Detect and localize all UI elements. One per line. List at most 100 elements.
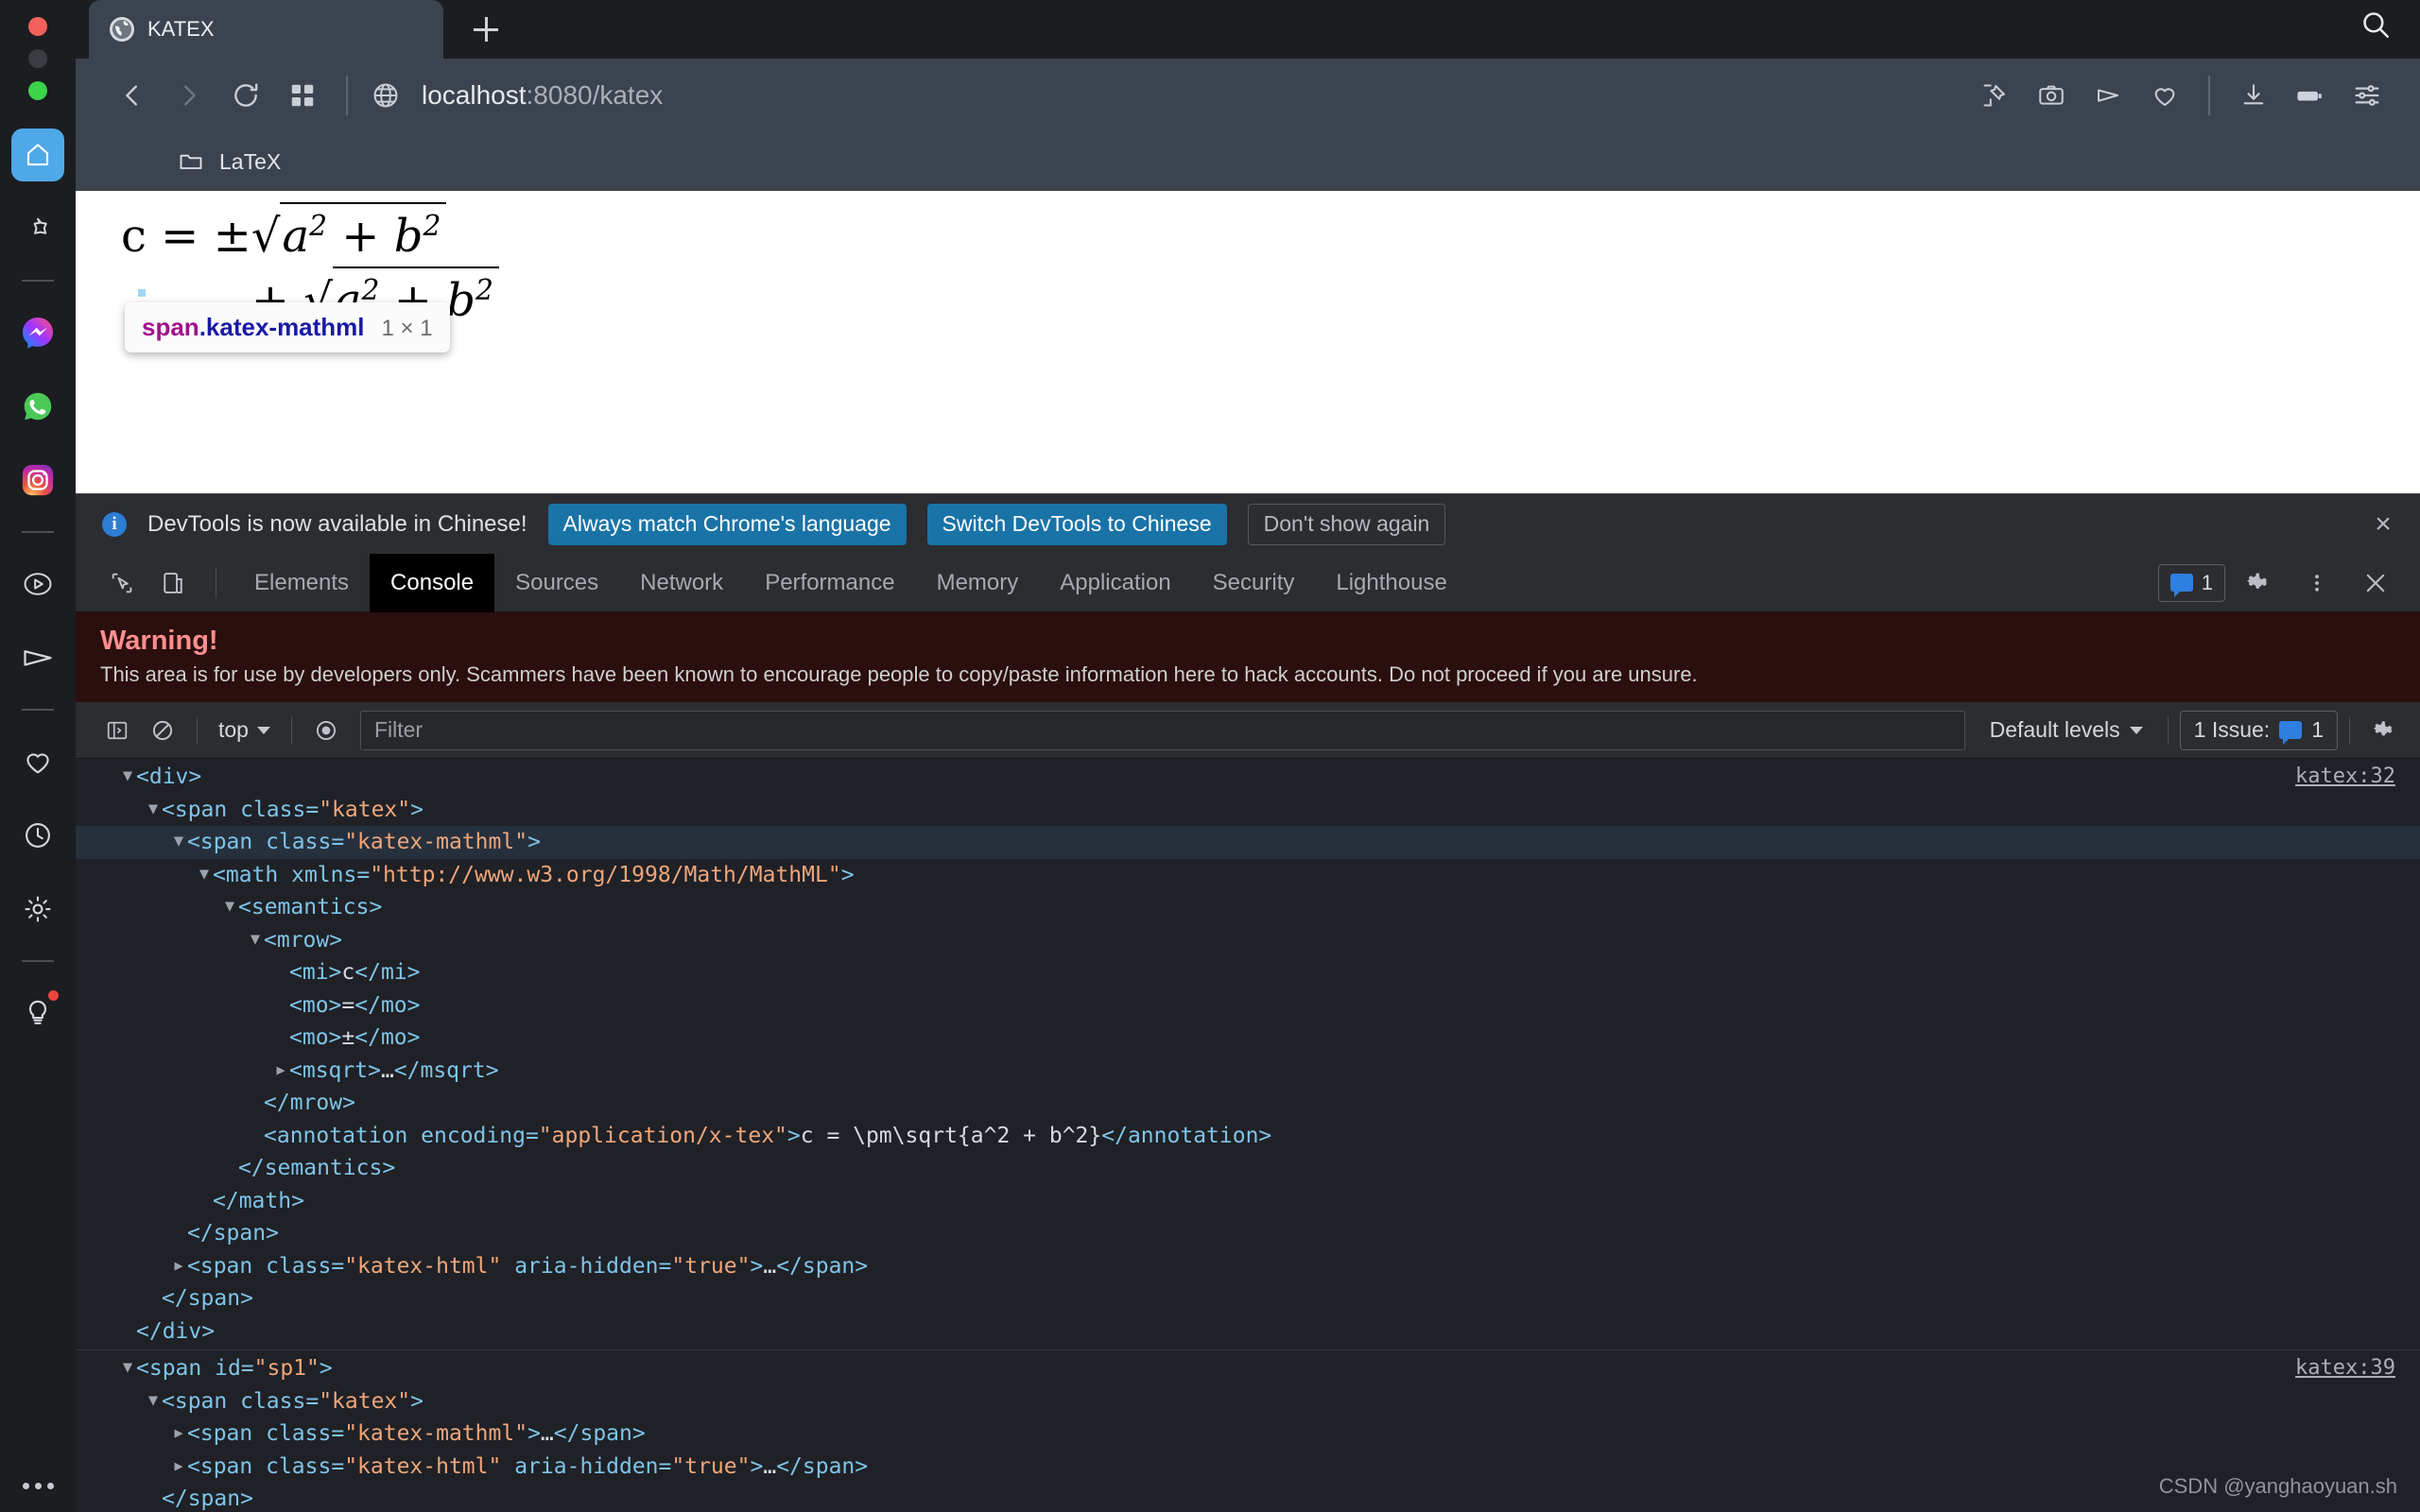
sidebar-item-tips[interactable]	[11, 987, 64, 1040]
expand-triangle-open-icon[interactable]	[145, 799, 162, 818]
console-tree-line[interactable]: <div>	[76, 761, 2420, 794]
expand-triangle-open-icon[interactable]	[119, 1358, 136, 1377]
inspect-element-button[interactable]	[96, 558, 147, 609]
devtools-more-button[interactable]	[2291, 558, 2342, 609]
expand-triangle-closed-icon[interactable]	[170, 1423, 187, 1442]
tab-application[interactable]: Application	[1039, 554, 1191, 612]
sidebar-item-whatsapp[interactable]	[11, 380, 64, 433]
console-tree-line[interactable]: </semantics>	[76, 1152, 2420, 1185]
sidebar-more-button[interactable]	[0, 1483, 76, 1489]
console-tree-line[interactable]: <span class="katex-mathml">…</span>	[76, 1418, 2420, 1451]
console-tree-line[interactable]: <mrow>	[76, 924, 2420, 957]
console-settings-button[interactable]	[2361, 708, 2407, 753]
sidebar-item-settings[interactable]	[11, 883, 64, 936]
tab-sources[interactable]: Sources	[494, 554, 619, 612]
console-source-link[interactable]: katex:39	[2295, 1356, 2395, 1380]
console-sidebar-toggle[interactable]	[95, 708, 140, 753]
sidebar-item-heart[interactable]	[11, 735, 64, 788]
console-tree-line[interactable]: <span class="katex-html" aria-hidden="tr…	[76, 1250, 2420, 1283]
sidebar-item-history[interactable]	[11, 809, 64, 862]
expand-triangle-closed-icon[interactable]	[170, 1456, 187, 1475]
window-maximize-button[interactable]	[28, 81, 47, 100]
console-tree-line[interactable]: </mrow>	[76, 1087, 2420, 1120]
browser-tab-katex[interactable]: KATEX	[89, 0, 443, 59]
dont-show-again-button[interactable]: Don't show again	[1247, 503, 1446, 545]
console-tree-line[interactable]: <semantics>	[76, 891, 2420, 924]
back-button[interactable]	[104, 67, 161, 124]
tab-security[interactable]: Security	[1192, 554, 1316, 612]
window-close-button[interactable]	[28, 17, 47, 36]
console-tree-line[interactable]: <mo> = </mo>	[76, 989, 2420, 1022]
tab-elements[interactable]: Elements	[233, 554, 370, 612]
console-tree-line[interactable]: <span class="katex">	[76, 1385, 2420, 1418]
tab-console[interactable]: Console	[370, 553, 495, 612]
console-tree-line[interactable]: <span class="katex-html" aria-hidden="tr…	[76, 1451, 2420, 1484]
console-tree-line[interactable]: </span>	[76, 1483, 2420, 1512]
console-tree-line[interactable]: </span>	[76, 1217, 2420, 1250]
console-tree-line[interactable]: <span class="katex">	[76, 794, 2420, 827]
issues-badge[interactable]: 1 Issue: 1	[2179, 710, 2338, 750]
new-tab-button[interactable]	[443, 0, 528, 59]
expand-triangle-open-icon[interactable]	[145, 1391, 162, 1410]
console-source-link[interactable]: katex:32	[2295, 765, 2395, 788]
console-tree-line[interactable]: <mi> c </mi>	[76, 956, 2420, 989]
sidebar-item-messenger[interactable]	[11, 306, 64, 359]
reload-button[interactable]	[217, 67, 274, 124]
tab-lighthouse[interactable]: Lighthouse	[1315, 554, 1467, 612]
console-tree-line[interactable]: </math>	[76, 1185, 2420, 1218]
notification-badge	[48, 990, 59, 1001]
live-expression-button[interactable]	[303, 708, 349, 753]
expand-triangle-closed-icon[interactable]	[272, 1060, 289, 1079]
console-tree-line[interactable]: <math xmlns="http://www.w3.org/1998/Math…	[76, 859, 2420, 892]
sidebar-item-media[interactable]	[11, 558, 64, 610]
expand-triangle-open-icon[interactable]	[221, 897, 238, 916]
expand-triangle-closed-icon[interactable]	[170, 1256, 187, 1275]
battery-indicator[interactable]	[2282, 67, 2339, 124]
console-filter-input[interactable]: Filter	[359, 710, 1965, 750]
tab-performance[interactable]: Performance	[744, 554, 915, 612]
screenshot-button[interactable]	[2023, 67, 2080, 124]
console-tree-line[interactable]: </div>	[76, 1315, 2420, 1349]
sidebar-item-favorites[interactable]	[11, 202, 64, 255]
switch-to-chinese-button[interactable]: Switch DevTools to Chinese	[926, 503, 1227, 545]
sidebar-item-home[interactable]	[11, 129, 64, 181]
menu-button[interactable]	[2339, 67, 2395, 124]
code-token: >	[319, 1356, 333, 1382]
browser-search-button[interactable]	[2360, 9, 2392, 45]
close-notice-button[interactable]: ×	[2367, 508, 2399, 541]
expand-triangle-open-icon[interactable]	[119, 766, 136, 785]
console-tree-line[interactable]: <mo> ± </mo>	[76, 1022, 2420, 1055]
expand-triangle-open-icon[interactable]	[170, 832, 187, 850]
console-tree-line[interactable]: </span>	[76, 1282, 2420, 1315]
sidebar-item-instagram[interactable]	[11, 454, 64, 507]
share-button[interactable]	[2080, 67, 2136, 124]
console-tree-line[interactable]: <span class="katex-mathml">	[76, 826, 2420, 859]
clear-console-button[interactable]	[140, 708, 185, 753]
execution-context-selector[interactable]: top	[209, 717, 280, 743]
console-tree-line[interactable]: <span id="sp1">	[76, 1352, 2420, 1385]
console-tree-line[interactable]: <msqrt>…</msqrt>	[76, 1055, 2420, 1088]
tab-memory[interactable]: Memory	[916, 554, 1040, 612]
window-minimize-button[interactable]	[28, 49, 47, 68]
console-output[interactable]: <div><span class="katex"><span class="ka…	[76, 759, 2420, 1512]
favorite-button[interactable]	[2136, 67, 2193, 124]
expand-triangle-open-icon[interactable]	[247, 930, 264, 949]
sidebar-item-telegram[interactable]	[11, 631, 64, 684]
devtools-close-button[interactable]	[2350, 558, 2401, 609]
device-toolbar-button[interactable]	[147, 558, 199, 609]
forward-button[interactable]	[161, 67, 217, 124]
tab-network[interactable]: Network	[619, 554, 744, 612]
console-entry[interactable]: <span id="sp1"><span class="katex"><span…	[76, 1349, 2420, 1512]
devtools-settings-button[interactable]	[2233, 558, 2284, 609]
speed-dial-button[interactable]	[274, 67, 331, 124]
expand-triangle-open-icon[interactable]	[196, 865, 213, 884]
console-tree-line[interactable]: <annotation encoding= "application/x-tex"…	[76, 1120, 2420, 1153]
bookmark-latex[interactable]: LaTeX	[178, 148, 281, 175]
console-entry[interactable]: <div><span class="katex"><span class="ka…	[76, 759, 2420, 1349]
log-level-selector[interactable]: Default levels	[1977, 717, 2156, 743]
pin-button[interactable]	[1966, 67, 2023, 124]
address-bar[interactable]: localhost:8080/katex	[363, 80, 1966, 111]
message-count-badge[interactable]: 1	[2157, 563, 2225, 602]
always-match-language-button[interactable]: Always match Chrome's language	[547, 503, 907, 545]
downloads-button[interactable]	[2225, 67, 2282, 124]
